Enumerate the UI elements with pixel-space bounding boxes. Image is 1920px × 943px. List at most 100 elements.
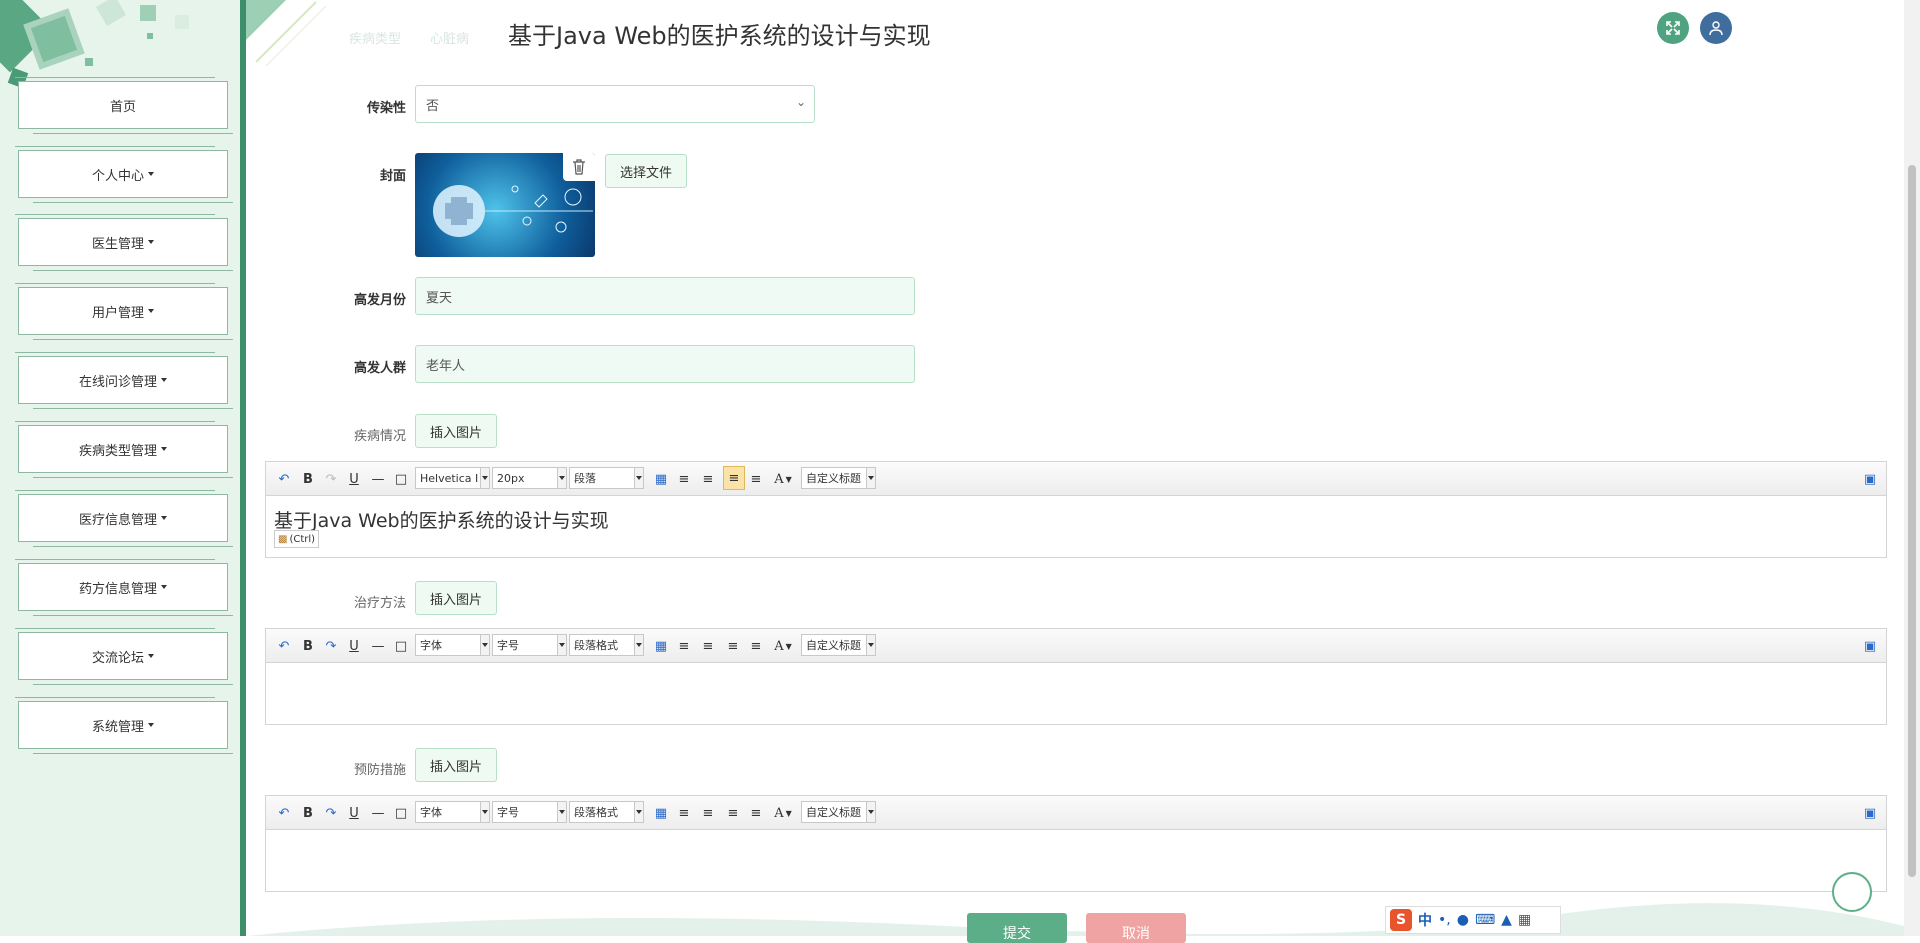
page-icon[interactable]: □ <box>393 637 409 655</box>
choose-file-button[interactable]: 选择文件 <box>605 154 687 188</box>
align-left-icon[interactable]: ≡ <box>676 470 692 488</box>
bold-button[interactable]: B <box>300 470 316 488</box>
sidebar-item-medical-info[interactable]: 医疗信息管理 <box>15 490 233 547</box>
font-color-button[interactable]: A ▼ <box>771 470 795 488</box>
prevention-insert-image-button[interactable]: 插入图片 <box>415 748 497 782</box>
font-family-select[interactable]: 字体 <box>415 634 490 656</box>
font-family-select[interactable]: 字体 <box>415 801 490 823</box>
align-center-icon[interactable]: ≡ <box>723 466 745 490</box>
redo-icon[interactable]: ↷ <box>323 804 339 822</box>
user-avatar-button[interactable] <box>1700 12 1732 44</box>
contagious-select[interactable]: 否 ⌄ <box>415 85 815 123</box>
ghost-value-disease-type: 心脏病 <box>430 32 470 47</box>
sidebar-item-label: 用户管理 <box>91 305 144 321</box>
toolbox-icon[interactable]: ▦ <box>1518 912 1531 928</box>
align-center-icon[interactable]: ≡ <box>725 804 741 822</box>
align-center-icon[interactable]: ≡ <box>725 637 741 655</box>
underline-button[interactable]: U <box>346 637 362 655</box>
sidebar-item-prescription-info[interactable]: 药方信息管理 <box>15 559 233 616</box>
sidebar-item-online-consultation[interactable]: 在线问诊管理 <box>15 352 233 409</box>
treatment-insert-image-button[interactable]: 插入图片 <box>415 581 497 615</box>
undo-icon[interactable]: ↶ <box>276 470 292 488</box>
sogou-logo-icon: S <box>1390 909 1412 931</box>
page-scrollbar[interactable] <box>1904 0 1920 936</box>
bold-button[interactable]: B <box>300 804 316 822</box>
peak-month-value: 夏天 <box>426 290 453 306</box>
paste-options-button[interactable]: ▩ (Ctrl) <box>274 530 320 548</box>
page-title: 基于Java Web的医护系统的设计与实现 <box>508 22 931 50</box>
align-right-icon[interactable]: ≡ <box>700 804 716 822</box>
sidebar-item-label: 药方信息管理 <box>78 581 157 597</box>
sidebar-item-doctor-management[interactable]: 医生管理 <box>15 214 233 271</box>
table-icon[interactable]: ▦ <box>653 804 669 822</box>
submit-button[interactable]: 提交 <box>967 913 1067 943</box>
fullscreen-button[interactable] <box>1657 12 1689 44</box>
back-to-top-button[interactable] <box>1832 872 1872 912</box>
dropdown-arrow-icon <box>634 802 643 822</box>
undo-icon[interactable]: ↶ <box>276 637 292 655</box>
sidebar-item-user-management[interactable]: 用户管理 <box>15 283 233 340</box>
editor-content-area[interactable] <box>266 663 1886 724</box>
delete-cover-button[interactable] <box>563 153 595 181</box>
font-family-select[interactable]: Helvetica I <box>415 467 490 489</box>
underline-button[interactable]: U <box>346 470 362 488</box>
horizontal-rule-icon[interactable]: — <box>370 637 386 655</box>
table-icon[interactable]: ▦ <box>653 637 669 655</box>
align-left-icon[interactable]: ≡ <box>676 804 692 822</box>
dropdown-arrow-icon <box>557 802 566 822</box>
treatment-editor: ↶ B ↷ U — □ 字体 字号 段落格式 ▦ ≡ ≡ ≡ ≡ A ▼ 自定义标… <box>265 628 1887 725</box>
keyboard-icon[interactable]: ⌨ <box>1475 912 1495 928</box>
page-icon[interactable]: □ <box>393 804 409 822</box>
skin-icon[interactable]: ▲ <box>1501 912 1512 928</box>
paragraph-format-select[interactable]: 段落格式 <box>569 801 644 823</box>
sidebar-item-forum[interactable]: 交流论坛 <box>15 628 233 685</box>
sidebar-item-disease-type[interactable]: 疾病类型管理 <box>15 421 233 478</box>
custom-heading-select[interactable]: 自定义标题 <box>801 467 876 489</box>
align-left-icon[interactable]: ≡ <box>676 637 692 655</box>
sidebar-item-personal-center[interactable]: 个人中心 <box>15 146 233 203</box>
cancel-button[interactable]: 取消 <box>1086 913 1186 943</box>
align-justify-icon[interactable]: ≡ <box>748 470 764 488</box>
scrollbar-thumb[interactable] <box>1908 165 1916 877</box>
horizontal-rule-icon[interactable]: — <box>370 470 386 488</box>
custom-heading-select[interactable]: 自定义标题 <box>801 801 876 823</box>
peak-group-input[interactable]: 老年人 <box>415 345 915 383</box>
sidebar-item-home[interactable]: 首页 <box>15 77 233 134</box>
align-right-icon[interactable]: ≡ <box>700 470 716 488</box>
align-right-icon[interactable]: ≡ <box>700 637 716 655</box>
font-color-button[interactable]: A ▼ <box>771 804 795 822</box>
dropdown-arrow-icon <box>557 468 566 488</box>
page-icon[interactable]: □ <box>393 470 409 488</box>
ime-mode-toggle[interactable]: 中 <box>1418 910 1432 930</box>
table-icon[interactable]: ▦ <box>653 470 669 488</box>
font-size-select[interactable]: 20px <box>492 467 567 489</box>
underline-button[interactable]: U <box>346 804 362 822</box>
paragraph-format-select[interactable]: 段落格式 <box>569 634 644 656</box>
redo-icon[interactable]: ↷ <box>323 470 339 488</box>
custom-heading-select[interactable]: 自定义标题 <box>801 634 876 656</box>
fullscreen-editor-icon[interactable]: ▣ <box>1862 637 1878 655</box>
sidebar-item-system-management[interactable]: 系统管理 <box>15 697 233 754</box>
align-justify-icon[interactable]: ≡ <box>748 637 764 655</box>
user-icon <box>1709 21 1723 36</box>
horizontal-rule-icon[interactable]: — <box>370 804 386 822</box>
paragraph-format-select[interactable]: 段落 <box>569 467 644 489</box>
condition-insert-image-button[interactable]: 插入图片 <box>415 414 497 448</box>
punctuation-icon[interactable]: •, <box>1438 912 1451 928</box>
dropdown-arrow-icon <box>634 635 643 655</box>
font-size-select[interactable]: 字号 <box>492 801 567 823</box>
font-size-select[interactable]: 字号 <box>492 634 567 656</box>
custom-heading-value: 自定义标题 <box>806 472 861 485</box>
peak-month-input[interactable]: 夏天 <box>415 277 915 315</box>
font-color-button[interactable]: A ▼ <box>771 637 795 655</box>
align-justify-icon[interactable]: ≡ <box>748 804 764 822</box>
editor-content-area[interactable] <box>266 830 1886 891</box>
fullscreen-editor-icon[interactable]: ▣ <box>1862 470 1878 488</box>
microphone-icon[interactable]: ● <box>1457 912 1469 928</box>
redo-icon[interactable]: ↷ <box>323 637 339 655</box>
cover-image <box>415 153 595 257</box>
editor-content-area[interactable]: 基于Java Web的医护系统的设计与实现 ▩ (Ctrl) <box>266 496 1886 557</box>
undo-icon[interactable]: ↶ <box>276 804 292 822</box>
bold-button[interactable]: B <box>300 637 316 655</box>
fullscreen-editor-icon[interactable]: ▣ <box>1862 804 1878 822</box>
